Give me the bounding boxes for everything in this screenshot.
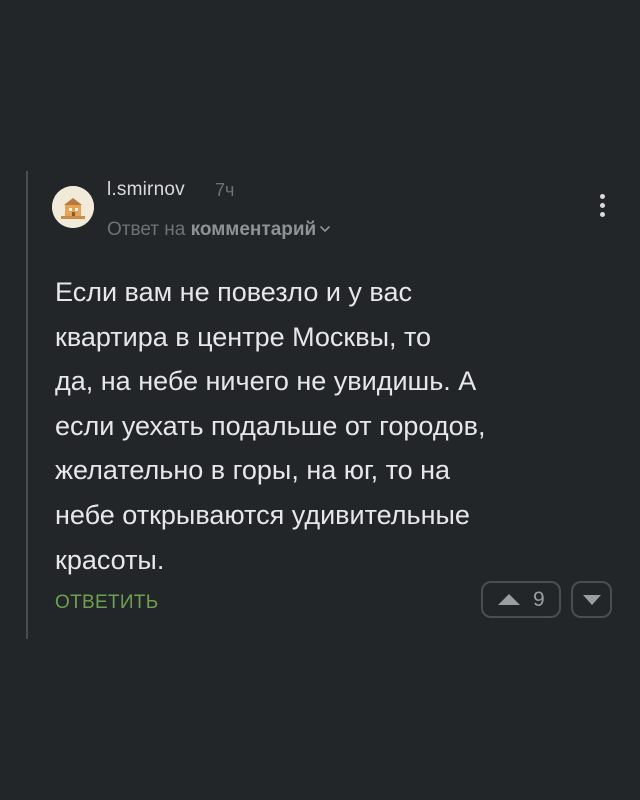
thread-line (26, 171, 28, 639)
comment-time: 7ч (215, 180, 235, 200)
upvote-arrow-icon (498, 594, 520, 605)
upvote-button[interactable]: 9 (481, 581, 561, 618)
reply-to: Ответ на комментарий (107, 217, 331, 241)
avatar[interactable] (52, 186, 94, 228)
reply-button[interactable]: ОТВЕТИТЬ (55, 592, 158, 614)
downvote-arrow-icon (583, 595, 601, 605)
comment-text: Если вам не повезло и у вас квартира в ц… (55, 277, 486, 575)
rating-count: 9 (533, 588, 545, 611)
downvote-button[interactable] (571, 581, 612, 618)
more-vertical-icon[interactable] (596, 194, 608, 224)
chevron-down-icon[interactable] (320, 217, 331, 239)
avatar-image (52, 186, 94, 228)
reply-to-comment-link[interactable]: комментарий (191, 219, 317, 240)
reply-to-prefix: Ответ на (107, 219, 186, 240)
username[interactable]: l.smirnov (107, 179, 185, 201)
